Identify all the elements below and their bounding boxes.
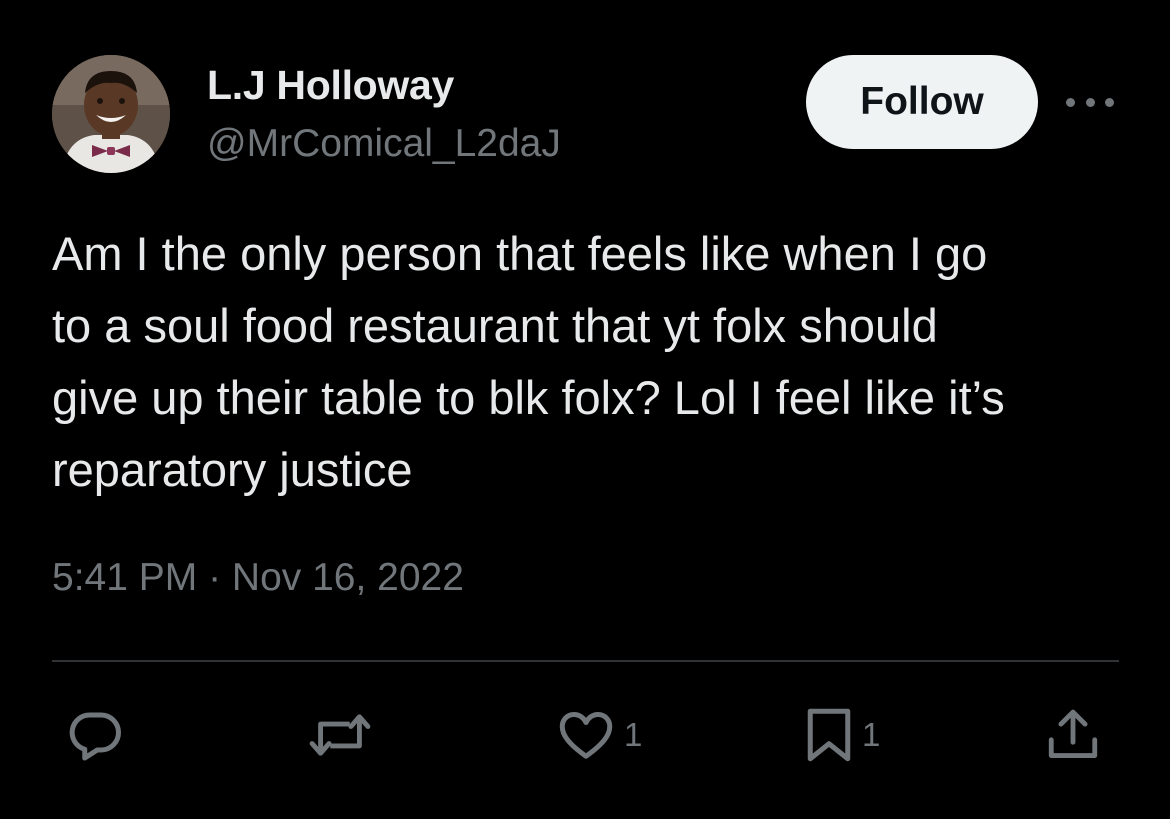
more-dot	[1085, 97, 1095, 107]
bookmark-icon	[807, 708, 851, 762]
more-options-icon[interactable]	[1066, 92, 1114, 112]
author-handle[interactable]: @MrComical_L2daJ	[207, 122, 561, 166]
author-display-name[interactable]: L.J Holloway	[207, 62, 454, 109]
avatar[interactable]	[52, 55, 170, 173]
like-count: 1	[624, 716, 643, 753]
divider	[52, 660, 1119, 662]
share-icon	[1048, 709, 1098, 758]
reply-icon	[69, 712, 121, 761]
share-button[interactable]	[1044, 703, 1102, 767]
tweet-text: Am I the only person that feels like whe…	[52, 227, 1005, 496]
follow-button[interactable]: Follow	[806, 55, 1038, 149]
bookmark-button[interactable]: 1	[804, 703, 880, 767]
bookmark-count: 1	[862, 716, 881, 753]
heart-icon	[559, 712, 613, 759]
like-button[interactable]: 1	[556, 703, 642, 767]
reply-button[interactable]	[66, 703, 126, 767]
retweet-button[interactable]	[306, 703, 374, 767]
tweet-timestamp[interactable]: 5:41 PM · Nov 16, 2022	[52, 556, 464, 600]
retweet-icon	[309, 714, 371, 756]
more-dot	[1105, 97, 1114, 107]
more-dot	[1066, 97, 1075, 107]
avatar-photo	[52, 55, 170, 173]
